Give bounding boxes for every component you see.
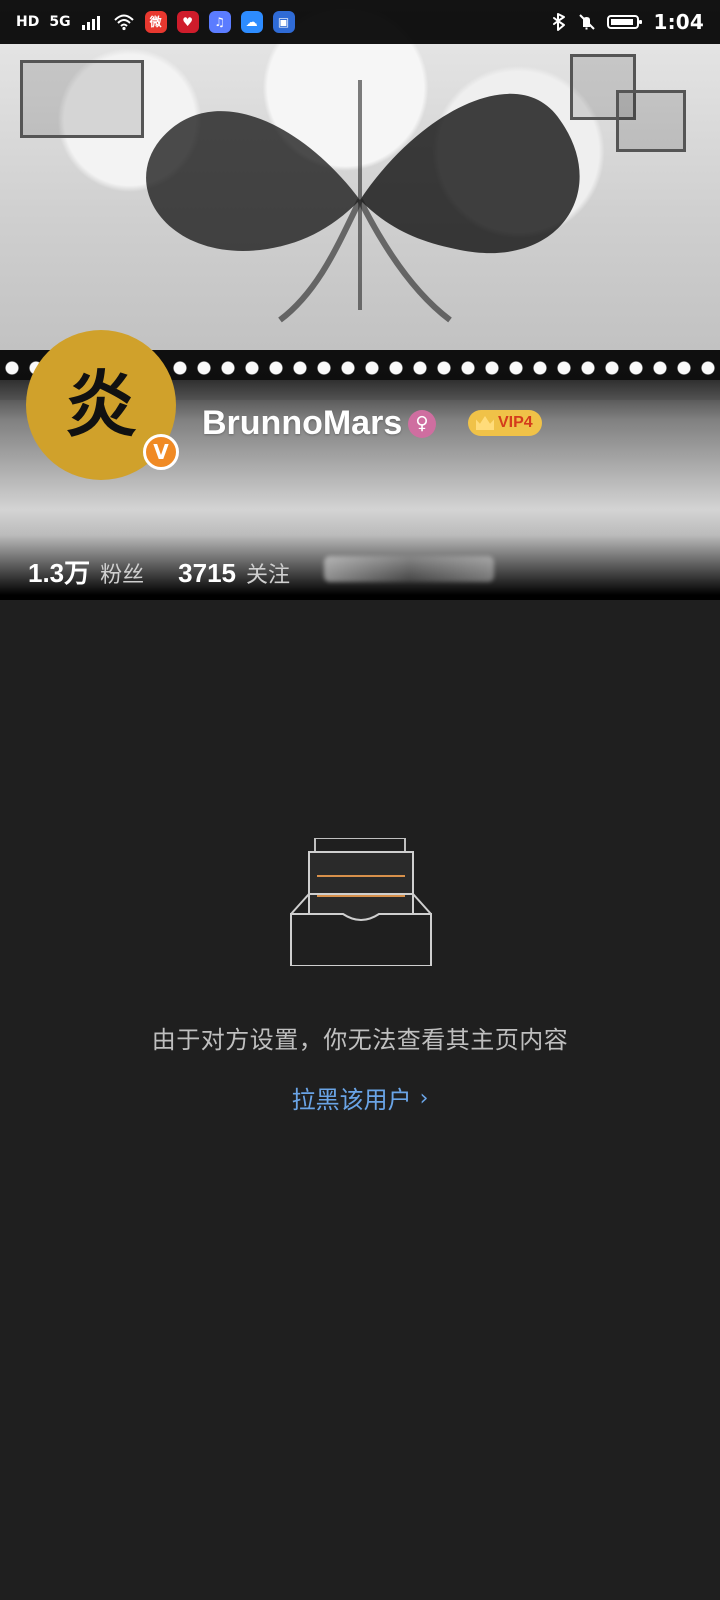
music-icon: ♫ bbox=[208, 11, 231, 33]
female-gender-icon: ♀ bbox=[408, 410, 436, 438]
5g-icon: 5G bbox=[49, 14, 71, 30]
signal-icon bbox=[81, 13, 103, 31]
status-right: 1:04 bbox=[551, 12, 704, 32]
followers-stat[interactable]: 1.3万 粉丝 bbox=[28, 560, 144, 587]
mute-icon bbox=[577, 12, 597, 32]
vip-label: VIP4 bbox=[498, 414, 533, 431]
status-bar: HD 5G 微 ♥ ♫ ☁ ▣ 1:04 bbox=[0, 0, 720, 44]
app-square-icon: ▣ bbox=[272, 11, 295, 33]
vip-badge[interactable]: VIP4 bbox=[468, 410, 542, 436]
avatar-character: 炎 bbox=[64, 363, 137, 447]
verified-badge: V bbox=[143, 434, 179, 470]
following-label: 关注 bbox=[246, 563, 291, 588]
status-left: HD 5G 微 ♥ ♫ ☁ ▣ bbox=[16, 11, 295, 33]
following-stat[interactable]: 3715 关注 bbox=[178, 560, 290, 587]
empty-state-message: 由于对方设置，你无法查看其主页内容 bbox=[151, 1026, 569, 1054]
status-time: 1:04 bbox=[653, 10, 704, 34]
username[interactable]: BrunnoMars bbox=[202, 406, 402, 440]
weibo-icon: 微 bbox=[144, 11, 167, 33]
empty-inbox-icon bbox=[290, 838, 432, 966]
profile-screen: HD 5G 微 ♥ ♫ ☁ ▣ 1:04 炎 V BrunnoMars ♀ VI… bbox=[0, 0, 720, 1600]
bluetooth-icon bbox=[551, 12, 567, 32]
cloud-icon: ☁ bbox=[240, 11, 263, 33]
chevron-right-icon: › bbox=[419, 1086, 429, 1111]
followers-label: 粉丝 bbox=[100, 563, 145, 588]
butterfly-illustration bbox=[146, 80, 580, 323]
gender-symbol: ♀ bbox=[415, 413, 429, 434]
app-heart-icon: ♥ bbox=[176, 11, 199, 33]
wifi-icon bbox=[113, 13, 135, 31]
following-count: 3715 bbox=[178, 558, 237, 588]
profile-stats: 1.3万 粉丝 3715 关注 bbox=[28, 554, 495, 588]
block-user-label: 拉黑该用户 bbox=[291, 1086, 412, 1114]
hd-icon: HD bbox=[16, 14, 40, 30]
followers-count: 1.3万 bbox=[28, 558, 91, 588]
obscured-stat bbox=[324, 556, 495, 582]
crown-icon bbox=[476, 416, 494, 430]
block-user-link[interactable]: 拉黑该用户 › bbox=[0, 1086, 720, 1114]
main-content: 由于对方设置，你无法查看其主页内容 拉黑该用户 › bbox=[0, 600, 720, 1600]
profile-banner bbox=[0, 0, 720, 600]
avatar[interactable]: 炎 V bbox=[26, 330, 179, 480]
battery-icon bbox=[607, 13, 643, 31]
